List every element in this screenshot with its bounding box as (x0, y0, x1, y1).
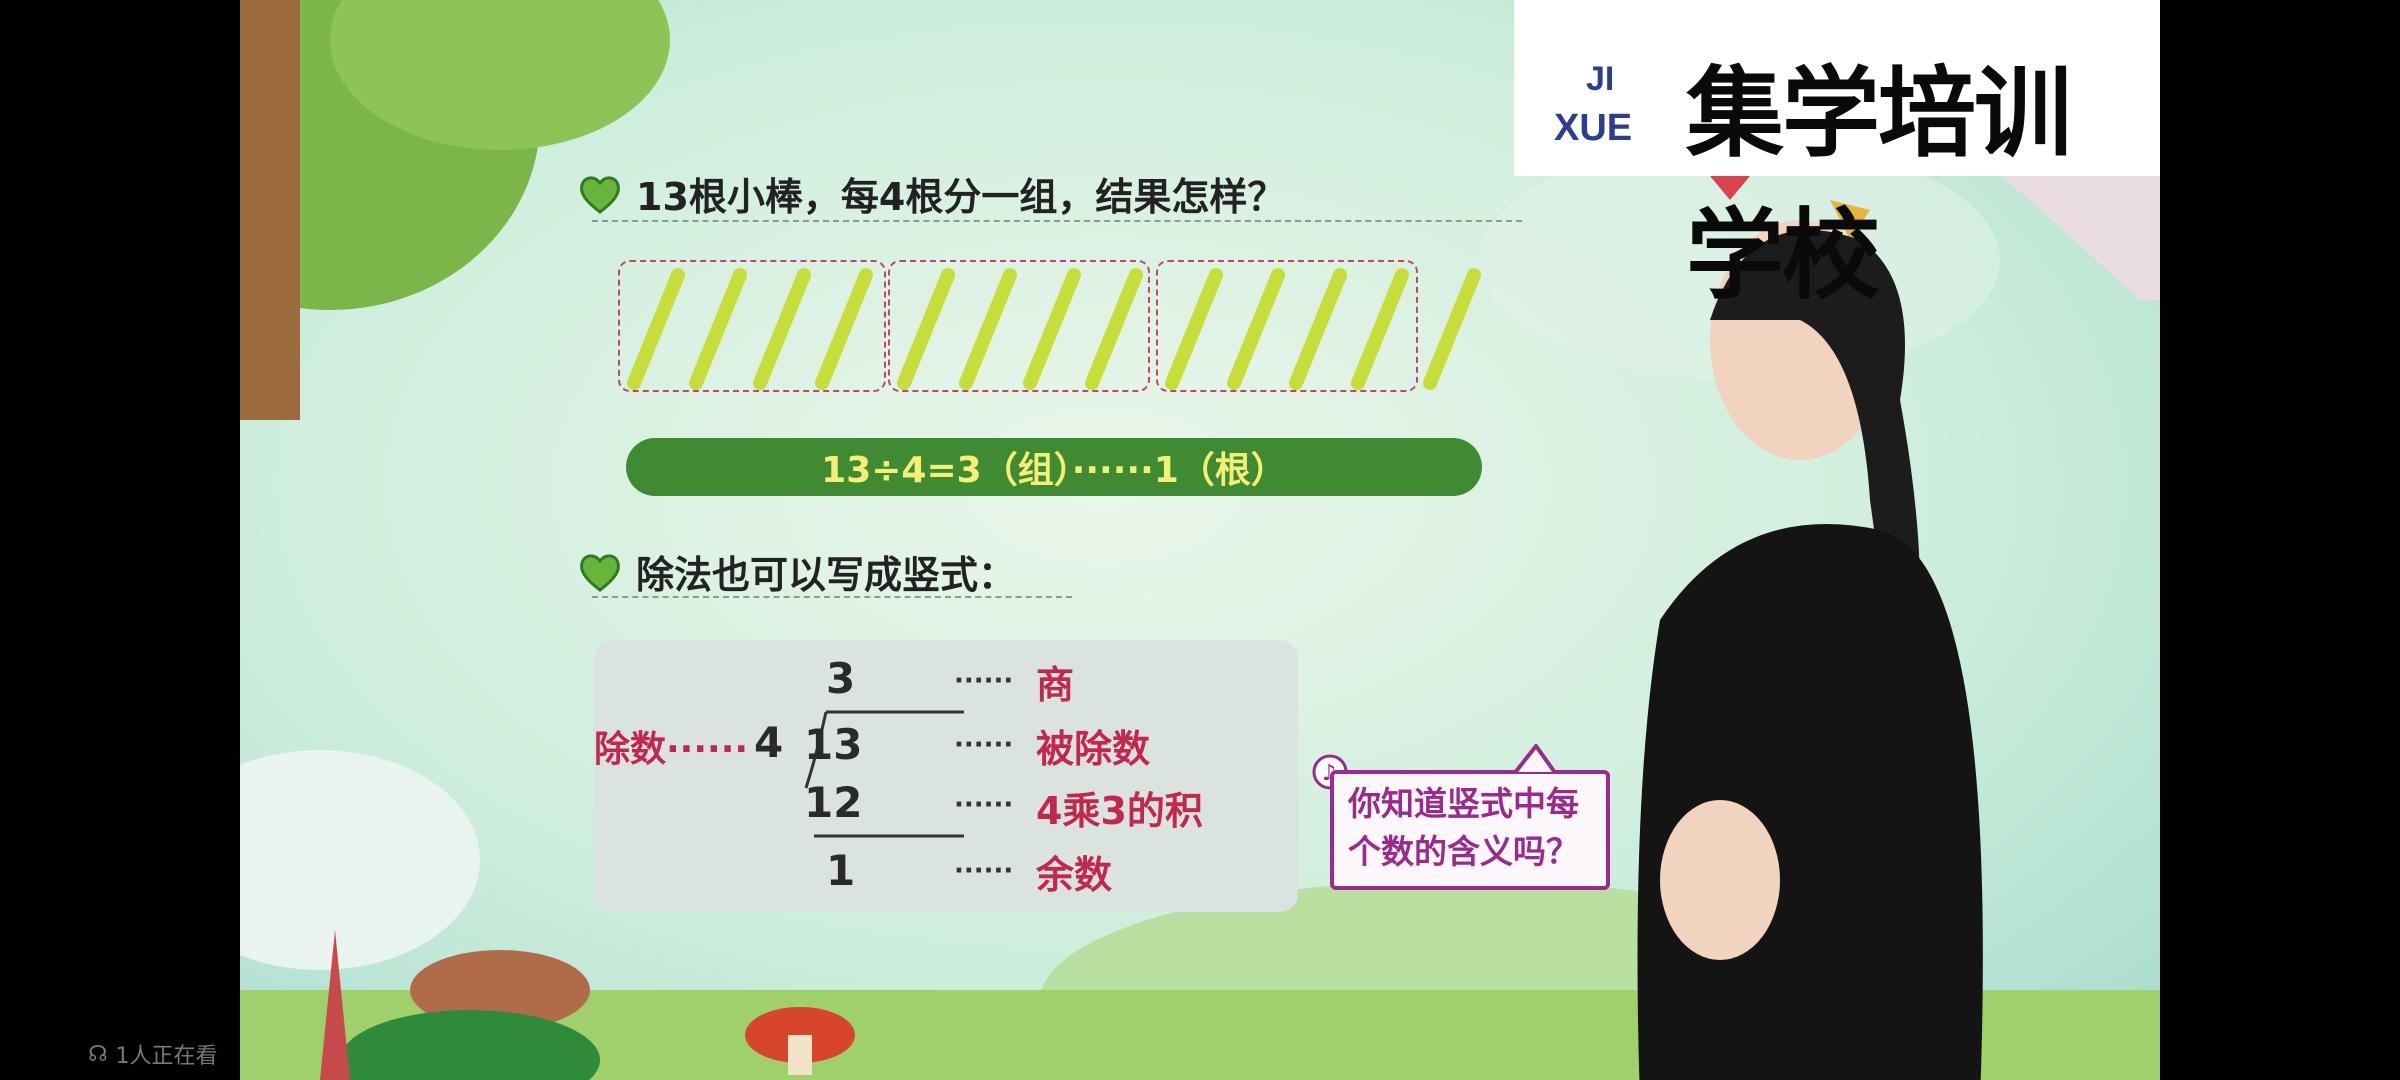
dividend-label: 被除数 (1036, 727, 1151, 771)
dots: ······ (954, 666, 1014, 696)
bubble-tail (1511, 744, 1559, 774)
sticks-diagram (618, 255, 1752, 405)
svg-text:XUE: XUE (1554, 107, 1632, 146)
dots: ······ (954, 730, 1014, 760)
divider-line (592, 596, 1072, 598)
product-value: 12 (804, 778, 863, 827)
dividend-value: 13 (804, 720, 863, 769)
dots: ······ (954, 856, 1014, 886)
equation-bar: 13÷4=3（组）······1（根） (626, 438, 1482, 496)
divider-line (592, 220, 1522, 222)
viewer-count: ☊ 1人正在看 (88, 1038, 218, 1070)
school-name: 集学培训学校 (1686, 57, 2072, 313)
viewer-count-text: 1人正在看 (115, 1044, 218, 1069)
school-logo-mark: JI XUE (1554, 60, 1632, 146)
lesson-video-frame[interactable]: JI XUE 集学培训学校 13根小棒，每4根分一组，结果怎样？ 13÷4=3（… (240, 0, 2160, 1080)
remainder-value: 1 (826, 846, 856, 895)
question-text: 13根小棒，每4根分一组，结果怎样？ (636, 175, 1286, 219)
divisor-label: 除数······ (594, 729, 749, 770)
hint-bubble: 你知道竖式中每个数的含义吗？ (1330, 770, 1610, 890)
users-icon: ☊ (88, 1041, 108, 1067)
school-logo-box: JI XUE 集学培训学校 (1514, 0, 2160, 313)
dots: ······ (954, 790, 1014, 820)
question-heading: 13根小棒，每4根分一组，结果怎样？ (578, 166, 1285, 221)
svg-text:JI: JI (1586, 60, 1614, 98)
sticks (627, 268, 1481, 390)
vertical-intro-heading: 除法也可以写成竖式： (578, 544, 1016, 599)
remainder-label: 余数 (1036, 853, 1113, 897)
product-label: 4乘3的积 (1036, 789, 1203, 833)
long-division-panel: 3 除数······ 4 13 12 1 ······ ······ ·····… (594, 640, 1298, 912)
quotient-label: 商 (1036, 663, 1075, 707)
vertical-intro-text: 除法也可以写成竖式： (636, 553, 1017, 597)
heart-icon (580, 176, 620, 214)
heart-icon (580, 554, 620, 592)
